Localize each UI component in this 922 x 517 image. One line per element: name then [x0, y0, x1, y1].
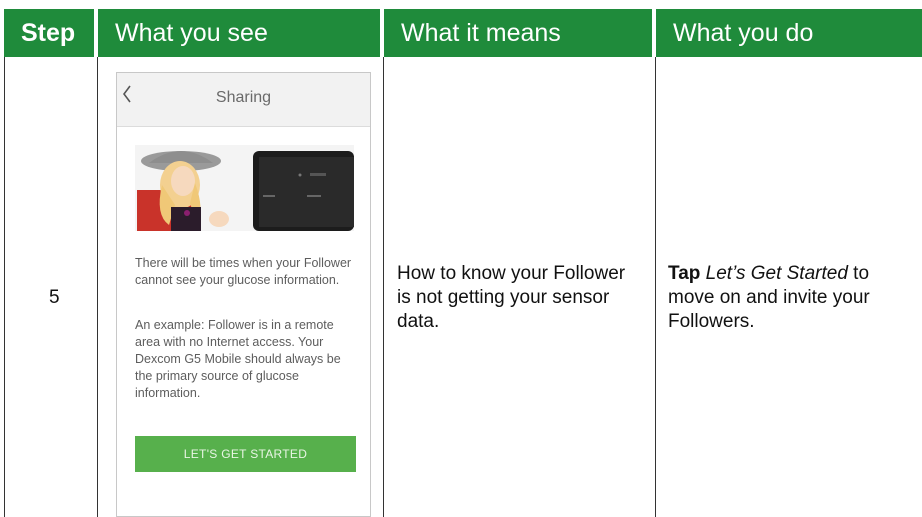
- do-italic-text: Let’s Get Started: [705, 263, 848, 284]
- header-what-you-do: What you do: [656, 9, 922, 57]
- what-it-means-text: How to know your Follower is not getting…: [397, 263, 626, 332]
- do-bold-text: Tap: [668, 263, 701, 284]
- header-what-it-means: What it means: [384, 9, 652, 57]
- step-number: 5: [49, 287, 60, 308]
- phone-screenshot: Sharing There will be times when your Fo…: [116, 72, 371, 517]
- phone-paragraph-1: There will be times when your Follower c…: [135, 256, 352, 287]
- follower-illustration: [135, 145, 354, 231]
- column-divider: [655, 57, 656, 517]
- lets-get-started-button[interactable]: LET'S GET STARTED: [135, 436, 356, 472]
- phone-paragraph-2: An example: Follower is in a remote area…: [135, 318, 341, 400]
- instruction-table: Step What you see What it means What you…: [0, 0, 922, 517]
- header-what-you-see: What you see: [98, 9, 380, 57]
- column-divider: [383, 57, 384, 517]
- column-divider: [4, 57, 5, 517]
- column-divider: [97, 57, 98, 517]
- header-step: Step: [4, 9, 94, 57]
- what-you-do-text: Tap Let’s Get Started to move on and inv…: [668, 262, 914, 334]
- phone-screen-title: Sharing: [215, 89, 272, 106]
- phone-nav-bar: Sharing: [117, 73, 370, 127]
